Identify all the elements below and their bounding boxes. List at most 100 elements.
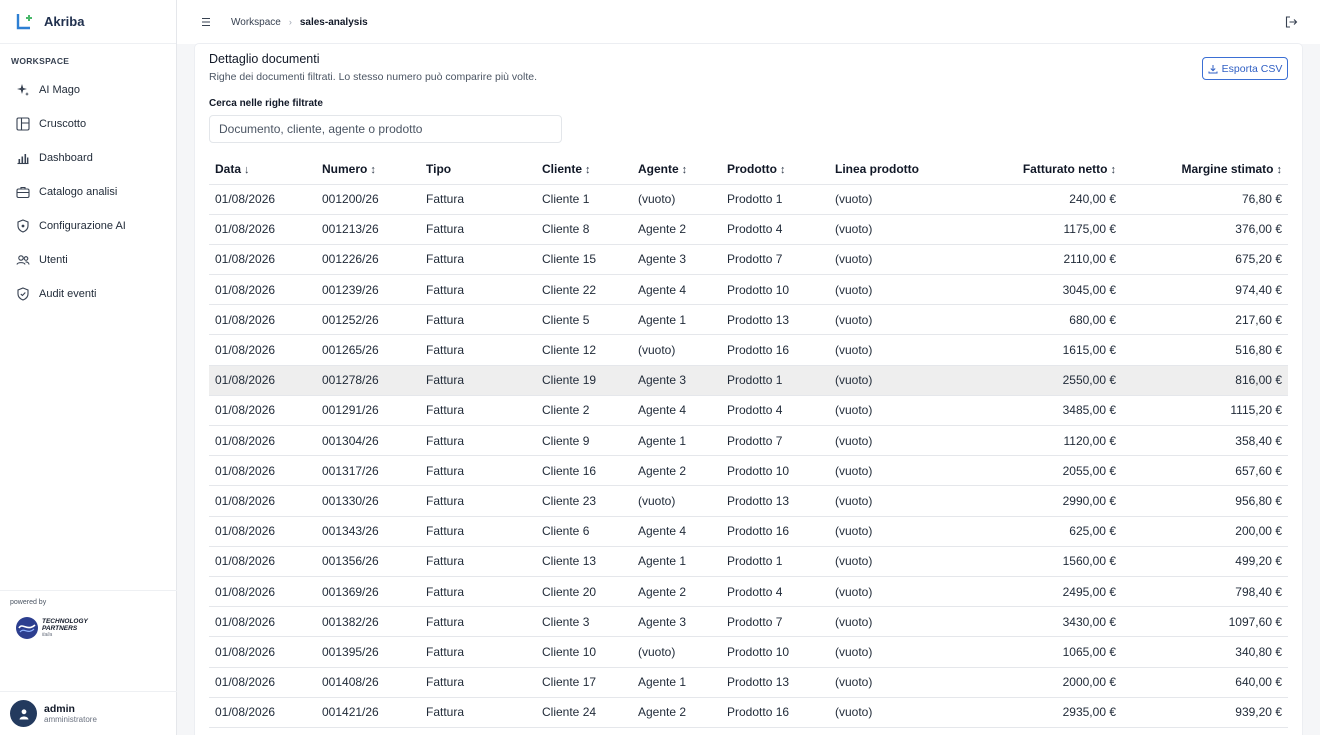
column-header-label: Numero [322,162,368,177]
user-icon [19,708,28,719]
sort-icon[interactable]: ↕ [370,164,376,176]
table-cell: Fattura [420,606,536,638]
column-header[interactable]: Margine stimato ↕ [1122,155,1288,185]
table-cell: 2000,00 € [957,667,1122,698]
sort-icon[interactable]: ↕ [682,164,688,176]
breadcrumb-workspace[interactable]: Workspace [231,17,281,28]
table-cell: 816,00 € [1122,365,1288,396]
table-row[interactable]: 01/08/2026 001330/26 Fattura Cliente 23 (vuo… [209,485,1288,517]
table-cell: Cliente 19 [536,365,632,396]
table-row[interactable]: 01/08/2026 001213/26 Fattura Cliente 8 Agent… [209,214,1288,245]
table-cell: (vuoto) [829,334,957,366]
table-cell: Cliente 5 [536,304,632,336]
table-cell: Prodotto 13 [721,485,829,517]
table-row[interactable]: 01/08/2026 001382/26 Fattura Cliente 3 Agent… [209,606,1288,638]
table-cell: Prodotto 1 [721,365,829,396]
table-cell: 001421/26 [316,697,420,728]
table-cell: 2055,00 € [957,455,1122,487]
sidebar-item-label: Audit eventi [39,288,97,300]
table-cell: (vuoto) [829,516,957,547]
column-header[interactable]: Data ↓ [209,155,316,185]
table-cell: Agente 1 [632,304,721,336]
table-row[interactable]: 01/08/2026 001278/26 Fattura Cliente 19 Agen… [209,365,1288,396]
table-cell: 001278/26 [316,365,420,396]
column-header[interactable]: Agente ↕ [632,155,721,185]
table-row[interactable]: 01/08/2026 001200/26 Fattura Cliente 1 (vuot… [209,184,1288,215]
table-cell: 001356/26 [316,546,420,577]
table-row[interactable]: 01/08/2026 001343/26 Fattura Cliente 6 Agent… [209,516,1288,547]
sidebar-item-utenti[interactable]: Utenti [0,243,176,277]
sidebar-item-label: Cruscotto [39,118,87,130]
table-cell: 01/08/2026 [209,606,316,638]
documents-table: Data ↓ Numero ↕ Tipo Cliente ↕ Agente ↕ Prodotto ↕… [209,155,1288,728]
table-cell: Fattura [420,576,536,608]
column-header[interactable]: Fatturato netto ↕ [957,155,1122,185]
column-header[interactable]: Numero ↕ [316,155,420,185]
sidebar-item-ai-mago[interactable]: AI Mago [0,73,176,107]
table-cell: 001265/26 [316,334,420,366]
table-cell: Fattura [420,546,536,577]
table-row[interactable]: 01/08/2026 001239/26 Fattura Cliente 22 Agen… [209,274,1288,306]
table-cell: 01/08/2026 [209,304,316,336]
sidebar-item-catalogo-analisi[interactable]: Catalogo analisi [0,175,176,209]
table-cell: Cliente 23 [536,485,632,517]
sort-icon[interactable]: ↕ [1277,164,1283,176]
table-cell: Prodotto 4 [721,214,829,245]
sidebar-item-dashboard[interactable]: Dashboard [0,141,176,175]
table-row[interactable]: 01/08/2026 001304/26 Fattura Cliente 9 Agent… [209,425,1288,457]
table-cell: Prodotto 10 [721,636,829,668]
table-cell: 2990,00 € [957,485,1122,517]
column-header-label: Agente [638,162,679,177]
table-cell: (vuoto) [829,244,957,276]
table-row[interactable]: 01/08/2026 001252/26 Fattura Cliente 5 Agent… [209,304,1288,336]
sort-icon[interactable]: ↕ [585,164,591,176]
table-cell: (vuoto) [829,697,957,728]
table-cell: 001330/26 [316,485,420,517]
sidebar-item-audit-eventi[interactable]: Audit eventi [0,277,176,311]
sidebar-item-cruscotto[interactable]: Cruscotto [0,107,176,141]
table-cell: 1120,00 € [957,425,1122,457]
export-csv-button[interactable]: Esporta CSV [1202,57,1288,80]
table-row[interactable]: 01/08/2026 001408/26 Fattura Cliente 17 Agen… [209,667,1288,698]
table-row[interactable]: 01/08/2026 001265/26 Fattura Cliente 12 (vuo… [209,334,1288,366]
sparkle-icon [17,84,29,96]
table-row[interactable]: 01/08/2026 001291/26 Fattura Cliente 2 Agent… [209,395,1288,427]
table-row[interactable]: 01/08/2026 001226/26 Fattura Cliente 15 Agen… [209,244,1288,276]
table-cell: Cliente 24 [536,697,632,728]
sidebar-item-configurazione-ai[interactable]: Configurazione AI [0,209,176,243]
column-header-label: Margine stimato [1181,162,1274,177]
sort-icon[interactable]: ↕ [1111,164,1117,176]
brand[interactable]: Akriba [0,0,176,44]
sort-desc-icon[interactable]: ↓ [244,164,250,176]
user-profile[interactable]: admin amministratore [0,691,177,735]
table-cell: Fattura [420,304,536,336]
table-row[interactable]: 01/08/2026 001369/26 Fattura Cliente 20 Agen… [209,576,1288,608]
export-csv-label: Esporta CSV [1221,62,1283,75]
table-row[interactable]: 01/08/2026 001421/26 Fattura Cliente 24 Agen… [209,697,1288,728]
table-row[interactable]: 01/08/2026 001356/26 Fattura Cliente 13 Agen… [209,546,1288,577]
table-cell: 1065,00 € [957,636,1122,668]
table-cell: 001369/26 [316,576,420,608]
table-cell: 939,20 € [1122,697,1288,728]
table-cell: (vuoto) [632,636,721,668]
table-cell: Prodotto 4 [721,395,829,427]
menu-toggle-icon[interactable] [199,15,213,29]
table-cell: 01/08/2026 [209,546,316,577]
table-cell: 01/08/2026 [209,395,316,427]
table-cell: 1560,00 € [957,546,1122,577]
sidebar-item-label: Configurazione AI [39,220,126,232]
search-input[interactable] [209,115,562,143]
column-header[interactable]: Cliente ↕ [536,155,632,185]
sort-icon[interactable]: ↕ [780,164,786,176]
table-cell: 001395/26 [316,636,420,668]
table-cell: (vuoto) [829,485,957,517]
table-cell: Agente 3 [632,244,721,276]
logout-icon[interactable] [1284,15,1298,29]
table-row[interactable]: 01/08/2026 001317/26 Fattura Cliente 16 Agen… [209,455,1288,487]
table-cell: Fattura [420,636,536,668]
column-header[interactable]: Prodotto ↕ [721,155,829,185]
table-cell: 376,00 € [1122,214,1288,245]
table-cell: Prodotto 16 [721,697,829,728]
sidebar-item-label: AI Mago [39,84,80,96]
table-row[interactable]: 01/08/2026 001395/26 Fattura Cliente 10 (vuo… [209,636,1288,668]
